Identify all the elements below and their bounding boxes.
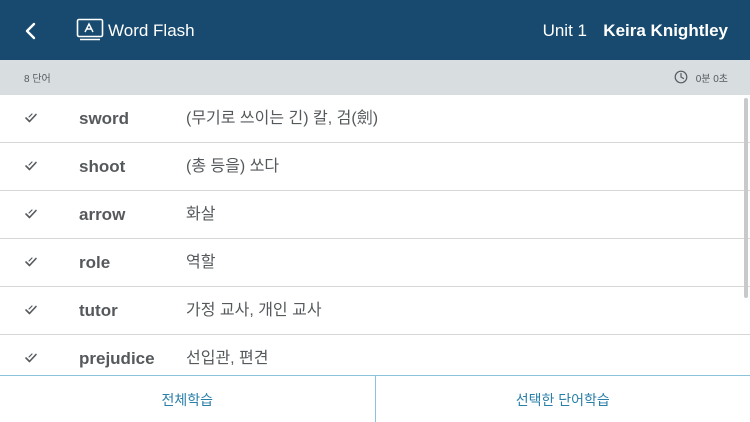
word-english: tutor <box>79 301 118 320</box>
check-icon <box>25 209 37 219</box>
back-button[interactable] <box>14 14 48 48</box>
user-name: Keira Knightley <box>603 21 728 40</box>
check-icon <box>25 113 37 123</box>
word-row[interactable]: prejudice 선입관, 편견 <box>0 335 750 375</box>
timer-text: 0분 0초 <box>695 74 728 85</box>
word-english: prejudice <box>79 349 155 368</box>
word-english: arrow <box>79 205 126 224</box>
info-bar: 8 단어 0분 0초 <box>0 60 750 95</box>
word-row[interactable]: tutor 가정 교사, 개인 교사 <box>0 287 750 335</box>
word-english: shoot <box>79 157 126 176</box>
word-meaning: 선입관, 편견 <box>186 350 269 367</box>
check-icon <box>25 161 37 171</box>
study-selected-button[interactable]: 선택한 단어학습 <box>376 376 750 422</box>
word-row[interactable]: shoot (총 등을) 쏘다 <box>0 143 750 191</box>
word-flash-screen: Word Flash Unit 1 Keira Knightley 8 단어 0… <box>0 0 750 422</box>
check-icon <box>25 257 37 267</box>
scrollbar[interactable] <box>744 98 748 298</box>
word-meaning: (무기로 쓰이는 긴) 칼, 검(劍) <box>186 110 379 127</box>
word-meaning: (총 등을) 쏘다 <box>186 158 280 175</box>
word-english: role <box>79 253 111 272</box>
word-english: sword <box>79 109 130 128</box>
app-title: Word Flash <box>108 21 195 40</box>
word-list: sword (무기로 쓰이는 긴) 칼, 검(劍) shoot (총 등을) 쏘… <box>0 95 750 375</box>
flashcard-icon <box>76 18 104 41</box>
unit-label: Unit 1 <box>542 21 587 40</box>
clock-icon <box>674 70 688 84</box>
word-meaning: 화살 <box>186 206 216 223</box>
word-count: 8 단어 <box>24 74 51 85</box>
check-icon <box>25 353 37 363</box>
bottom-action-bar: 전체학습 선택한 단어학습 <box>0 375 750 422</box>
word-meaning: 역할 <box>186 254 216 271</box>
study-all-button[interactable]: 전체학습 <box>0 376 375 422</box>
check-icon <box>25 305 37 315</box>
word-row[interactable]: sword (무기로 쓰이는 긴) 칼, 검(劍) <box>0 95 750 143</box>
word-row[interactable]: arrow 화살 <box>0 191 750 239</box>
top-app-bar: Word Flash Unit 1 Keira Knightley <box>0 0 750 60</box>
chevron-left-icon <box>25 22 36 40</box>
word-meaning: 가정 교사, 개인 교사 <box>186 302 322 319</box>
word-row[interactable]: role 역할 <box>0 239 750 287</box>
